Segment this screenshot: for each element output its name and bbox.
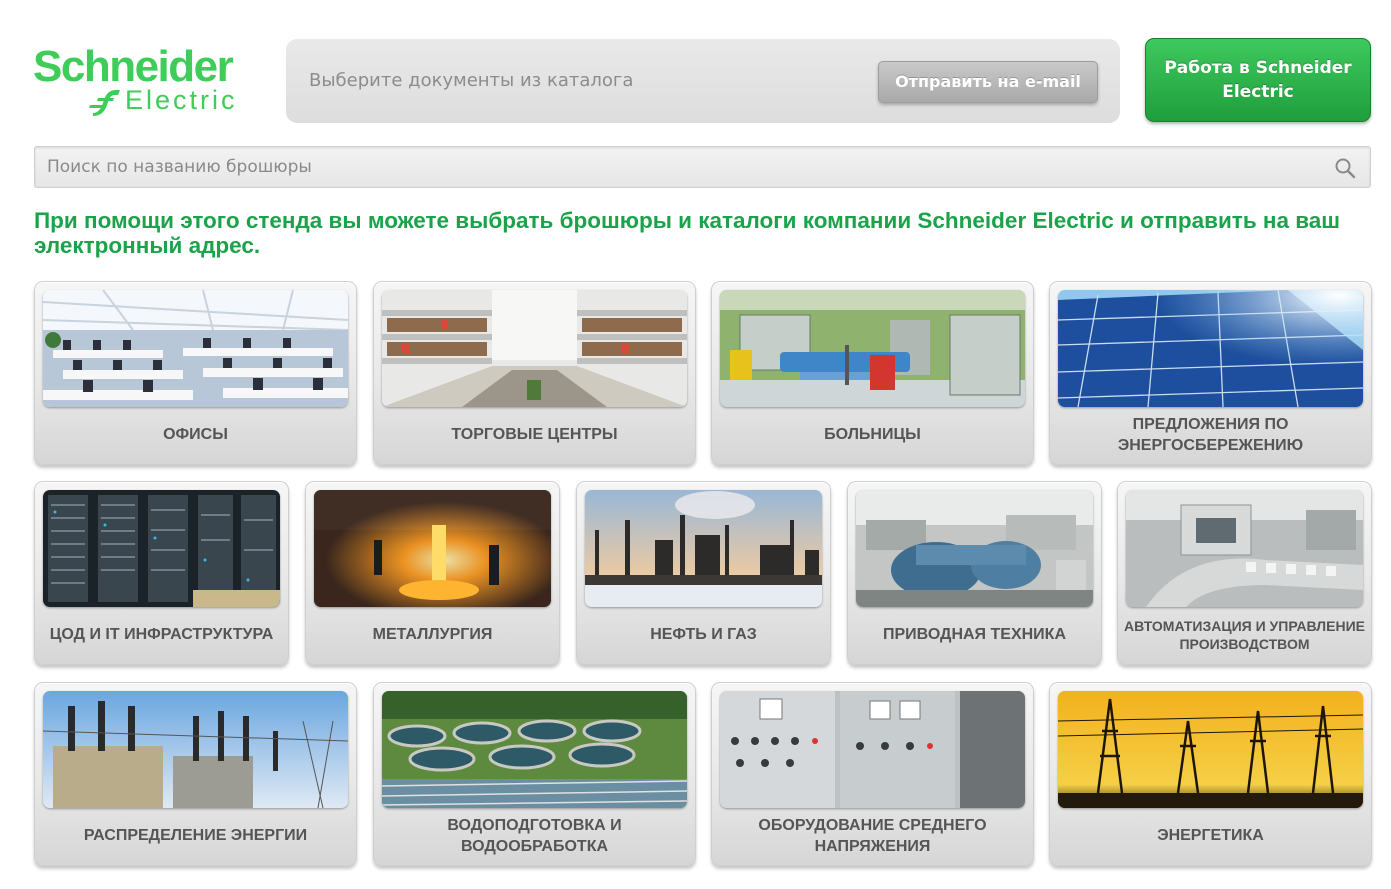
water-treatment-photo bbox=[382, 691, 687, 808]
switchgear-photo bbox=[720, 691, 1025, 808]
category-tile-offices[interactable]: Офисы bbox=[34, 281, 357, 465]
category-tile-automation[interactable]: Автоматизация и управление производством bbox=[1117, 481, 1372, 665]
category-tile-malls[interactable]: Торговые центры bbox=[373, 281, 696, 465]
category-label: Оборудование среднего напряжения bbox=[758, 816, 987, 855]
solar-panel-photo bbox=[1058, 290, 1363, 407]
category-label: Энергетика bbox=[1157, 827, 1264, 844]
category-label: Автоматизация и управление производством bbox=[1124, 617, 1365, 652]
catalog-hint: Выберите документы из каталога bbox=[309, 70, 634, 91]
logo-sub-text: Electric bbox=[125, 85, 238, 115]
category-label: Водоподготовка и водообработка bbox=[447, 816, 622, 855]
send-email-button[interactable]: Отправить на e-mail bbox=[878, 61, 1098, 103]
search-box bbox=[34, 146, 1371, 188]
schneider-logo: Schneider Electric bbox=[33, 44, 265, 118]
search-input[interactable] bbox=[35, 147, 1325, 187]
refinery-photo bbox=[585, 490, 822, 607]
category-label: Металлургия bbox=[372, 626, 493, 643]
category-tile-water[interactable]: Водоподготовка и водообработка bbox=[373, 682, 696, 866]
category-tile-energy-saving[interactable]: Предложения по энергосбережению bbox=[1049, 281, 1372, 465]
motor-photo bbox=[856, 490, 1093, 607]
category-label: Офисы bbox=[163, 426, 228, 443]
category-tile-datacenter[interactable]: ЦОД и IT инфраструктура bbox=[34, 481, 289, 665]
category-tile-drives[interactable]: Приводная техника bbox=[847, 481, 1102, 665]
category-label: Больницы bbox=[824, 426, 921, 443]
catalog-selection-bar: Выберите документы из каталога Отправить… bbox=[286, 39, 1120, 123]
logo-mark-icon bbox=[89, 90, 120, 116]
power-lines-photo bbox=[1058, 691, 1363, 808]
search-icon[interactable] bbox=[1334, 157, 1356, 179]
category-label: Распределение энергии bbox=[83, 827, 308, 844]
category-tile-power-distribution[interactable]: Распределение энергии bbox=[34, 682, 357, 866]
category-label: Торговые центры bbox=[451, 426, 618, 443]
office-photo bbox=[43, 290, 348, 407]
category-tile-hospitals[interactable]: Больницы bbox=[711, 281, 1034, 465]
logo-brand-text: Schneider bbox=[33, 42, 234, 91]
category-tile-metallurgy[interactable]: Металлургия bbox=[305, 481, 560, 665]
category-label: Нефть и газ bbox=[650, 626, 757, 643]
category-tile-medium-voltage[interactable]: Оборудование среднего напряжения bbox=[711, 682, 1034, 866]
hospital-photo bbox=[720, 290, 1025, 407]
molten-metal-photo bbox=[314, 490, 551, 607]
category-tile-oil-gas[interactable]: Нефть и газ bbox=[576, 481, 831, 665]
category-label: ЦОД и IT инфраструктура bbox=[49, 626, 274, 643]
career-button[interactable]: Работа в Schneider Electric bbox=[1145, 38, 1371, 122]
intro-text: При помощи этого стенда вы можете выбрат… bbox=[34, 208, 1341, 258]
mall-photo bbox=[382, 290, 687, 407]
category-tile-power-generation[interactable]: Энергетика bbox=[1049, 682, 1372, 866]
server-rack-photo bbox=[43, 490, 280, 607]
category-label: Предложения по энергосбережению bbox=[1117, 415, 1304, 454]
production-line-photo bbox=[1126, 490, 1363, 607]
substation-photo bbox=[43, 691, 348, 808]
category-label: Приводная техника bbox=[882, 626, 1066, 643]
